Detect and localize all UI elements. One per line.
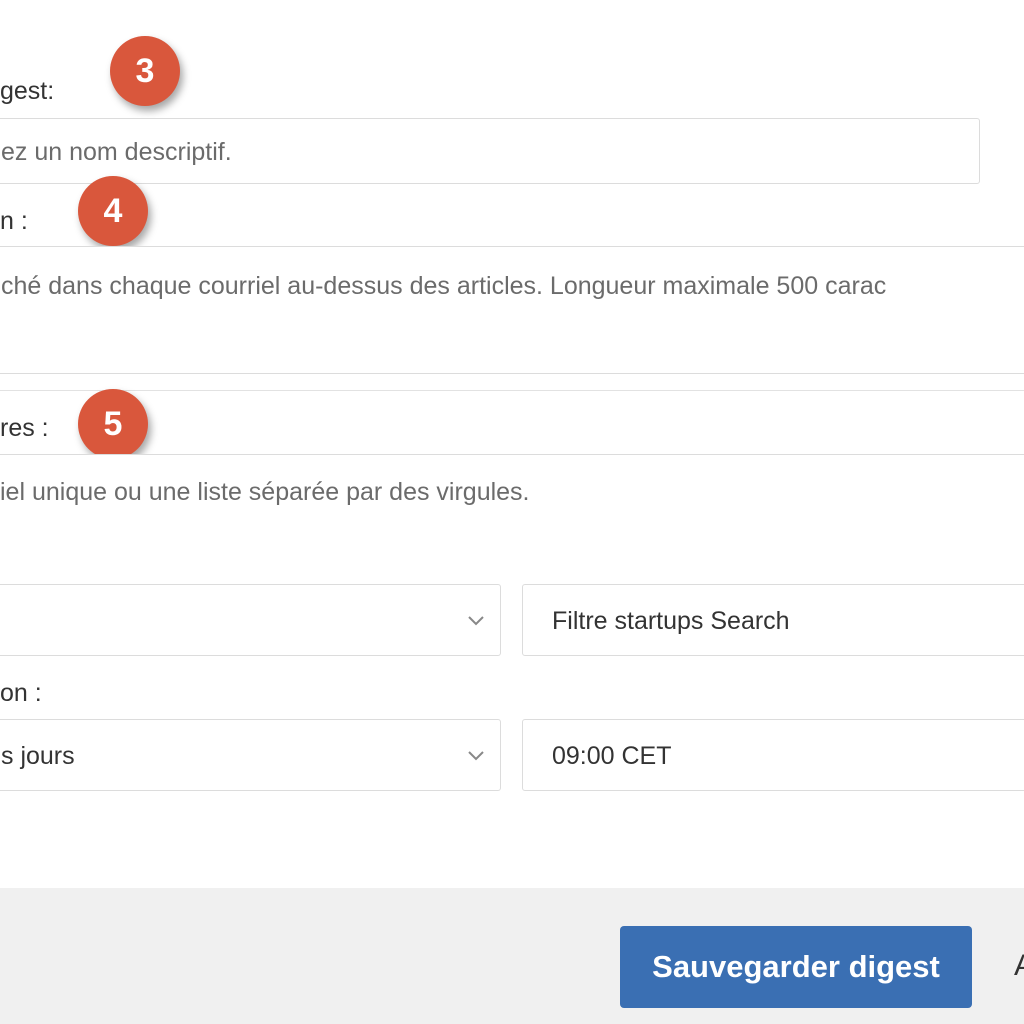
chevron-down-icon bbox=[468, 751, 484, 761]
intro-placeholder: ché dans chaque courriel au-dessus des a… bbox=[1, 272, 887, 300]
digest-name-label: gest: bbox=[0, 77, 55, 105]
recipients-placeholder: iel unique ou une liste séparée par des … bbox=[0, 478, 530, 506]
intro-label: n : bbox=[0, 207, 28, 235]
filter-type-select[interactable] bbox=[0, 584, 501, 656]
frequency-label: on : bbox=[0, 679, 42, 707]
save-digest-button[interactable]: Sauvegarder digest bbox=[620, 926, 972, 1008]
recipients-label: res : bbox=[0, 414, 49, 442]
digest-name-placeholder: ez un nom descriptif. bbox=[1, 138, 232, 166]
intro-textarea[interactable]: ché dans chaque courriel au-dessus des a… bbox=[0, 246, 1024, 374]
time-value: 09:00 CET bbox=[552, 742, 672, 770]
chevron-down-icon bbox=[468, 616, 484, 626]
recipients-input[interactable]: iel unique ou une liste séparée par des … bbox=[0, 454, 1024, 522]
step-badge-3: 3 bbox=[110, 36, 180, 106]
step-badge-5: 5 bbox=[78, 389, 148, 459]
frequency-value: s jours bbox=[1, 742, 75, 770]
digest-name-input[interactable]: ez un nom descriptif. bbox=[0, 118, 980, 184]
filter-value: Filtre startups Search bbox=[552, 607, 790, 635]
step-badge-4: 4 bbox=[78, 176, 148, 246]
next-action-link[interactable]: A bbox=[1014, 946, 1024, 986]
filter-select[interactable]: Filtre startups Search bbox=[522, 584, 1024, 656]
time-select[interactable]: 09:00 CET bbox=[522, 719, 1024, 791]
frequency-select[interactable]: s jours bbox=[0, 719, 501, 791]
